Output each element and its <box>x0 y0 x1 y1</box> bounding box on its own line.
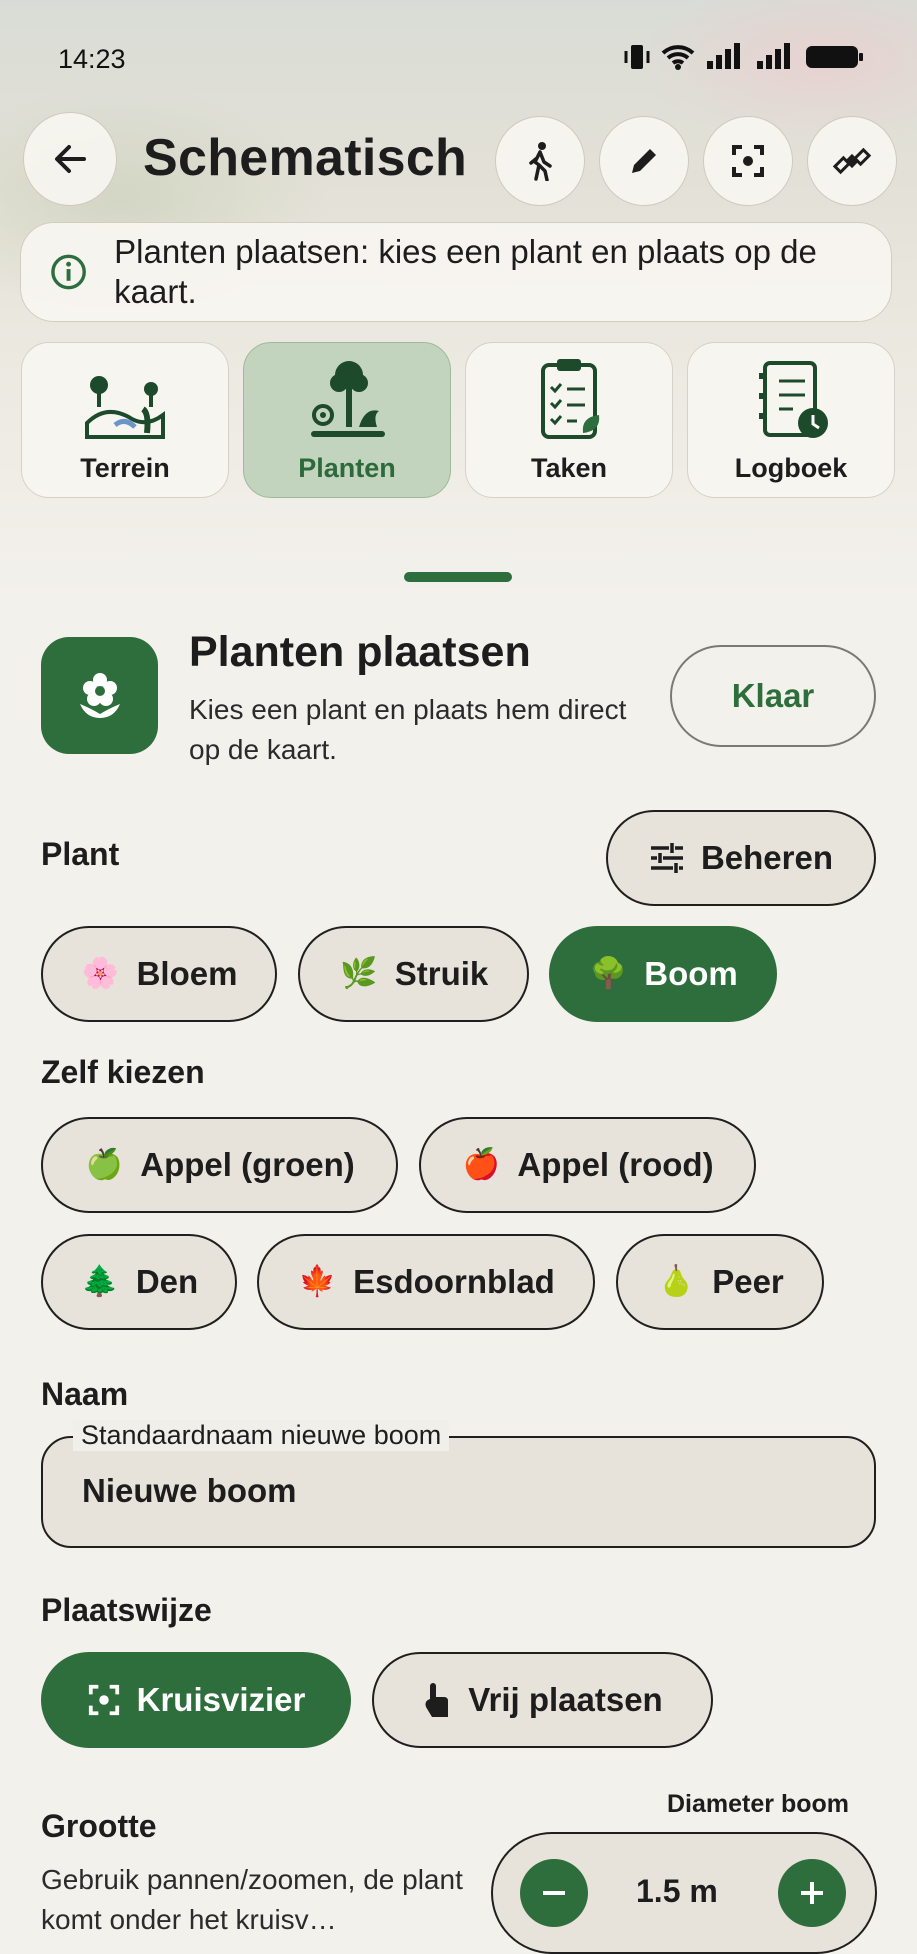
custom-plant-den[interactable]: 🌲 Den <box>41 1234 237 1330</box>
crosshair-focus-icon <box>88 1684 119 1716</box>
custom-plant-label: Peer <box>712 1263 784 1300</box>
arrow-back-icon <box>55 145 86 173</box>
tab-terrein[interactable]: Terrein <box>21 342 229 498</box>
custom-plant-label: Den <box>135 1263 199 1300</box>
custom-plant-appel-rood[interactable]: 🍎 Appel (rood) <box>419 1117 756 1213</box>
custom-plant-label: Appel (rood) <box>517 1146 714 1183</box>
custom-plant-esdoornblad[interactable]: 🍁 Esdoornblad <box>257 1234 595 1330</box>
battery-icon <box>806 46 863 68</box>
plus-icon <box>801 1882 823 1904</box>
manage-button[interactable]: Beheren <box>606 810 876 906</box>
plant-type-label: Bloem <box>136 955 238 992</box>
walk-mode-button[interactable] <box>495 116 585 206</box>
red-apple-icon: 🍎 <box>462 1148 501 1181</box>
placement-free-button[interactable]: Vrij plaatsen <box>372 1652 713 1748</box>
back-button[interactable] <box>23 112 117 206</box>
plant-type-boom[interactable]: 🌳 Boom <box>549 926 777 1022</box>
satellite-button[interactable] <box>807 116 897 206</box>
plant-type-label: Boom <box>644 955 738 992</box>
edit-button[interactable] <box>599 116 689 206</box>
logbook-icon <box>759 361 828 438</box>
maple-leaf-icon: 🍁 <box>298 1265 336 1298</box>
vibrate-icon <box>624 45 650 69</box>
tab-logboek-label: Logboek <box>734 453 848 483</box>
touch-hand-icon <box>425 1683 449 1717</box>
signal-icon-2 <box>757 43 790 69</box>
plants-icon <box>311 361 385 437</box>
tab-taken[interactable]: Taken <box>465 342 673 498</box>
manage-button-label: Beheren <box>700 839 834 876</box>
plant-type-struik[interactable]: 🌿 Struik <box>298 926 529 1022</box>
custom-plant-label: Appel (groen) <box>140 1146 355 1183</box>
evergreen-tree-icon: 🌲 <box>81 1265 119 1298</box>
tune-sliders-icon <box>650 843 683 873</box>
herb-icon: 🌿 <box>340 957 378 990</box>
panel-subtitle: Kies een plant en plaats hem direct op d… <box>189 694 627 765</box>
wifi-icon <box>661 45 695 70</box>
plant-type-bloem[interactable]: 🌸 Bloem <box>41 926 277 1022</box>
diameter-label: Diameter boom <box>667 1790 849 1818</box>
decrease-button[interactable] <box>520 1859 588 1927</box>
signal-icon <box>707 43 740 69</box>
walking-person-icon <box>529 142 552 181</box>
custom-plant-appel-groen[interactable]: 🍏 Appel (groen) <box>41 1117 398 1213</box>
diameter-value: 1.5 m <box>636 1873 718 1909</box>
plant-type-label: Struik <box>394 955 489 992</box>
satellite-icon <box>832 147 872 175</box>
info-icon <box>51 254 86 290</box>
green-apple-icon: 🍏 <box>85 1148 123 1181</box>
increase-button[interactable] <box>778 1859 846 1927</box>
placement-section-label: Plaatswijze <box>41 1592 212 1628</box>
name-field-value[interactable]: Nieuwe boom <box>82 1472 297 1510</box>
flower-icon <box>79 672 120 718</box>
custom-section-label: Zelf kiezen <box>41 1054 205 1090</box>
size-description: Gebruik pannen/zoomen, de plant komt ond… <box>41 1864 463 1935</box>
terrain-icon <box>85 376 165 439</box>
focus-center-button[interactable] <box>703 116 793 206</box>
tab-planten-label: Planten <box>298 453 396 483</box>
name-section-label: Naam <box>41 1376 129 1412</box>
placement-option-label: Vrij plaatsen <box>468 1681 663 1718</box>
crosshair-focus-icon <box>732 145 764 177</box>
pear-icon: 🍐 <box>657 1265 695 1298</box>
done-button[interactable]: Klaar <box>670 645 876 747</box>
panel-title: Planten plaatsen <box>189 628 531 676</box>
tasks-clipboard-icon <box>541 359 600 439</box>
size-section-label: Grootte <box>41 1808 157 1844</box>
name-field-label: Standaardnaam nieuwe boom <box>73 1420 450 1451</box>
info-banner-text: Planten plaatsen: kies een plant en plaa… <box>114 233 817 310</box>
status-icons <box>623 42 865 72</box>
placement-option-label: Kruisvizier <box>136 1681 306 1718</box>
sheet-drag-handle[interactable] <box>404 572 512 582</box>
deciduous-tree-icon: 🌳 <box>589 957 627 990</box>
info-banner: Planten plaatsen: kies een plant en plaa… <box>20 222 892 322</box>
custom-plant-peer[interactable]: 🍐 Peer <box>616 1234 824 1330</box>
tab-taken-label: Taken <box>530 453 608 483</box>
tab-terrein-label: Terrein <box>80 453 170 483</box>
status-time: 14:23 <box>58 44 126 74</box>
page-title: Schematisch <box>143 129 468 187</box>
tab-planten[interactable]: Planten <box>243 342 451 498</box>
cherry-blossom-icon: 🌸 <box>81 957 120 990</box>
minus-icon <box>543 1891 565 1895</box>
placement-crosshair-button[interactable]: Kruisvizier <box>41 1652 351 1748</box>
flower-icon-tile <box>41 637 158 754</box>
tab-logboek[interactable]: Logboek <box>687 342 895 498</box>
pencil-icon <box>632 149 656 173</box>
plant-section-label: Plant <box>41 836 120 872</box>
custom-plant-label: Esdoornblad <box>353 1263 555 1300</box>
